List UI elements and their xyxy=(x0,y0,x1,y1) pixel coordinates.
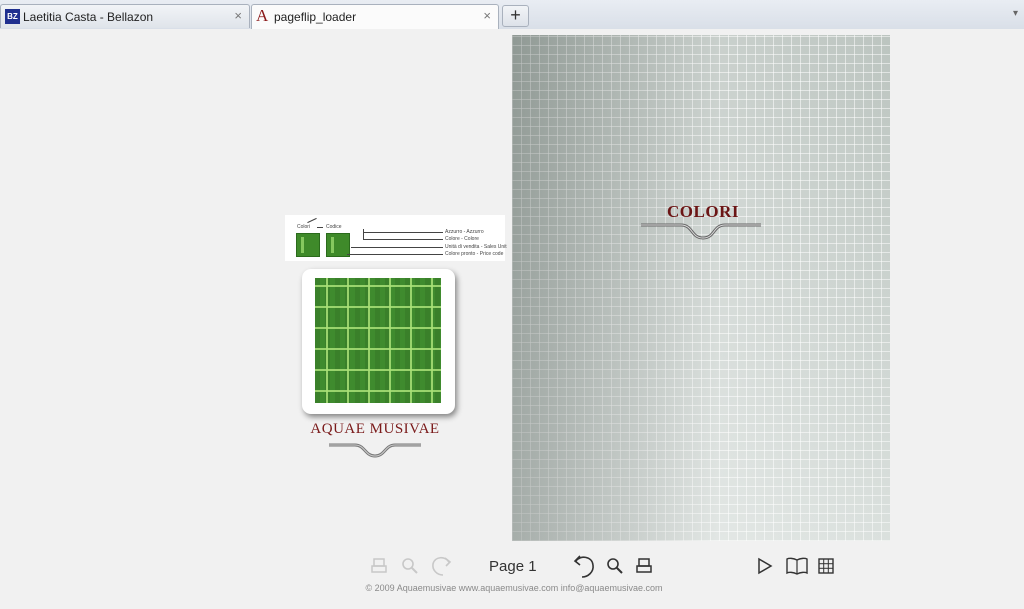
search-icon[interactable] xyxy=(604,555,626,577)
page-indicator: Page 1 xyxy=(489,558,537,575)
book-view-icon[interactable] xyxy=(784,555,810,577)
tab-label: Laetitia Casta - Bellazon xyxy=(23,10,154,24)
flipbook-toolbar: Page 1 xyxy=(0,549,1024,581)
legend-tile-left xyxy=(296,233,320,257)
page-favicon-icon: A xyxy=(256,6,269,25)
legend-line: Azzurro - Azzurro xyxy=(445,229,484,235)
tab-label: pageflip_loader xyxy=(274,10,357,24)
new-tab-button[interactable]: + xyxy=(502,5,529,27)
copyright-footer: © 2009 Aquaemusivae www.aquaemusivae.com… xyxy=(365,583,663,593)
tab-list-dropdown-icon[interactable]: ▾ xyxy=(1013,8,1018,19)
undo-icon[interactable] xyxy=(570,555,598,578)
green-mosaic-swatch xyxy=(315,278,441,403)
legend-leader xyxy=(363,239,443,240)
legend-label-colori: Colori xyxy=(297,224,311,230)
brand-wave-icon xyxy=(329,443,421,458)
play-icon[interactable] xyxy=(753,555,775,577)
thumbnails-grid-icon[interactable] xyxy=(815,555,837,577)
legend-leader xyxy=(317,227,323,228)
zoom-icon-disabled xyxy=(399,555,421,577)
tab-strip: BZ Laetitia Casta - Bellazon × A pagefli… xyxy=(0,0,1024,30)
legend-line: Colore - Colore xyxy=(445,236,479,242)
close-tab-icon[interactable]: × xyxy=(234,8,242,23)
legend-line: Unità di vendita - Sales Unit xyxy=(445,244,507,250)
close-tab-icon[interactable]: × xyxy=(483,8,491,23)
legend-leader xyxy=(347,254,443,255)
legend-leader xyxy=(363,232,443,233)
title-wave-icon xyxy=(641,223,761,240)
print-icon[interactable] xyxy=(633,555,655,577)
tab-bellazon[interactable]: BZ Laetitia Casta - Bellazon × xyxy=(0,4,250,28)
tile-legend: Colori Codice Azzurro - Azzurro Colore -… xyxy=(285,215,507,261)
brand-logo-text: AQUAE MUSIVAE xyxy=(310,421,440,437)
legend-leader xyxy=(363,229,364,239)
tile-swatch-card xyxy=(302,269,455,414)
catalog-page[interactable]: COLORI xyxy=(512,35,890,541)
legend-line: Colore pronto - Price code xyxy=(445,251,504,257)
legend-leader xyxy=(307,217,317,224)
tab-pageflip-loader[interactable]: A pageflip_loader × xyxy=(251,4,499,29)
print-icon-disabled xyxy=(368,555,390,577)
redo-icon-disabled xyxy=(429,555,455,577)
bellazon-favicon-icon: BZ xyxy=(5,9,20,24)
legend-label-codice: Codice xyxy=(326,224,342,230)
flipbook-viewer: Colori Codice Azzurro - Azzurro Colore -… xyxy=(0,29,1024,609)
legend-leader xyxy=(351,247,443,248)
